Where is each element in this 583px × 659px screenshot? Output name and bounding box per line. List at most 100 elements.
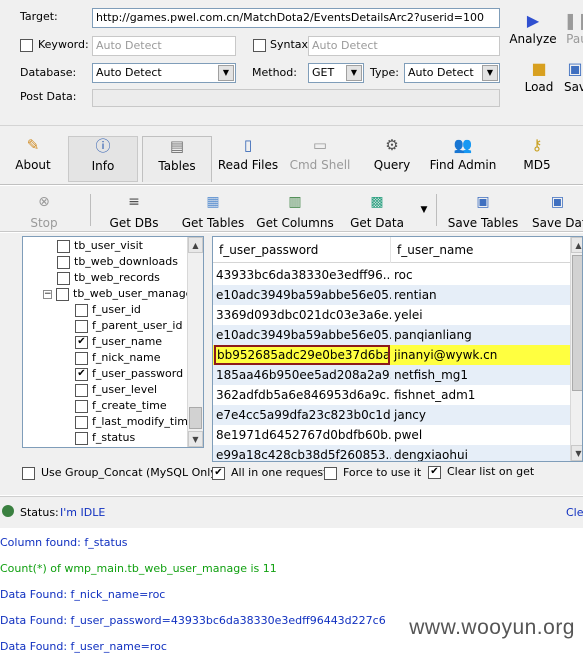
password-cell[interactable]: 3369d093dbc021dc03e3a6e...: [213, 305, 391, 325]
table-row-selected[interactable]: bb952685adc29e0be37d6ba... jinanyi@wywk.…: [213, 345, 571, 365]
scroll-up-icon[interactable]: ▲: [188, 237, 203, 253]
scroll-down-icon[interactable]: ▼: [188, 431, 203, 447]
all-in-one-checkbox-checked[interactable]: ✔: [212, 466, 225, 480]
tree-node-checkbox[interactable]: [75, 303, 88, 317]
tree-node-column[interactable]: f_parent_user_id: [75, 318, 182, 334]
tab-info[interactable]: ⓘ Info: [68, 136, 138, 182]
force-checkbox[interactable]: [324, 466, 337, 480]
password-cell[interactable]: e7e4cc5a99dfa23c823b0c1d...: [213, 405, 391, 425]
tab-find-admin[interactable]: 👥 Find Admin: [428, 136, 498, 182]
tree-node-column[interactable]: ✔ f_user_name: [75, 334, 162, 350]
column-header-username[interactable]: f_user_name: [391, 237, 571, 263]
tree-node-column[interactable]: f_nick_name: [75, 350, 161, 366]
all-in-one-option[interactable]: ✔ All in one request.: [212, 466, 331, 480]
syntax-checkbox[interactable]: [253, 39, 266, 52]
stop-button[interactable]: ⊗ Stop: [22, 194, 66, 230]
save-data-button[interactable]: ▣ Save Dat: [532, 194, 583, 230]
table-row[interactable]: 185aa46b950ee5ad208a2a9... netfish_mg1: [213, 365, 571, 385]
keyword-input[interactable]: Auto Detect: [92, 36, 236, 56]
collapse-icon[interactable]: −: [43, 289, 52, 299]
tree-node-column[interactable]: f_last_modify_time: [75, 414, 195, 430]
group-concat-checkbox[interactable]: [22, 466, 35, 480]
method-select[interactable]: GET ▼: [308, 63, 364, 83]
tree-node-checkbox[interactable]: [75, 399, 88, 413]
tab-cmd-shell[interactable]: ▭ Cmd Shell: [286, 136, 354, 182]
tree-node-checkbox-checked[interactable]: ✔: [75, 335, 88, 349]
table-row[interactable]: 3369d093dbc021dc03e3a6e... yelei: [213, 305, 571, 325]
clear-log-link[interactable]: Cle: [566, 506, 583, 519]
table-row[interactable]: 362adfdb5a6e846953d6a9c... fishnet_adm1: [213, 385, 571, 405]
tree-node-table[interactable]: tb_web_records: [57, 270, 160, 286]
scroll-down-icon[interactable]: ▼: [571, 445, 582, 461]
group-concat-option[interactable]: Use Group_Concat (MySQL Only): [22, 466, 221, 480]
get-data-dropdown[interactable]: ▼: [418, 205, 430, 215]
column-header-password[interactable]: f_user_password: [213, 237, 391, 263]
tree-node-checkbox[interactable]: [75, 431, 88, 445]
pause-button[interactable]: ❚❚ Pau: [562, 12, 583, 46]
tab-query[interactable]: ⚙ Query: [362, 136, 422, 182]
get-columns-button[interactable]: ▥ Get Columns: [256, 194, 334, 230]
analyze-button[interactable]: ▶ Analyze: [509, 12, 557, 47]
keyword-checkbox[interactable]: [20, 39, 33, 52]
get-dbs-button[interactable]: ≡ Get DBs: [104, 194, 164, 230]
table-row[interactable]: e7e4cc5a99dfa23c823b0c1d... jancy: [213, 405, 571, 425]
tree-node-table-expanded[interactable]: − tb_web_user_manage: [43, 286, 192, 302]
force-option[interactable]: Force to use it: [324, 466, 421, 480]
get-tables-button[interactable]: ▦ Get Tables: [180, 194, 246, 230]
syntax-input[interactable]: Auto Detect: [308, 36, 500, 56]
tree-node-checkbox[interactable]: [75, 351, 88, 365]
tree-scrollbar[interactable]: ▲ ▼: [187, 237, 203, 447]
tree-node-column[interactable]: f_create_time: [75, 398, 167, 414]
username-cell[interactable]: dengxiaohui: [391, 445, 571, 461]
username-cell[interactable]: rentian: [391, 285, 571, 305]
post-data-input[interactable]: [92, 89, 500, 107]
tree-node-checkbox[interactable]: [57, 239, 70, 253]
type-select[interactable]: Auto Detect ▼: [404, 63, 500, 83]
get-data-button[interactable]: ▩ Get Data: [348, 194, 406, 230]
tab-read-files[interactable]: ▯ Read Files: [214, 136, 282, 182]
table-row[interactable]: 8e1971d6452767d0bdfb60b... pwel: [213, 425, 571, 445]
tree-node-checkbox-checked[interactable]: ✔: [75, 367, 88, 381]
password-cell[interactable]: e10adc3949ba59abbe56e05...: [213, 285, 391, 305]
save-tables-button[interactable]: ▣ Save Tables: [446, 194, 520, 230]
database-select[interactable]: Auto Detect ▼: [92, 63, 236, 83]
password-cell[interactable]: 43933bc6da38330e3edff96...: [213, 265, 391, 285]
tree-node-checkbox[interactable]: [75, 383, 88, 397]
username-cell[interactable]: roc: [391, 265, 571, 285]
load-button[interactable]: ■ Load: [520, 60, 558, 95]
scroll-up-icon[interactable]: ▲: [571, 237, 582, 253]
tree-node-column[interactable]: f_status: [75, 430, 135, 446]
username-cell[interactable]: netfish_mg1: [391, 365, 571, 385]
tree-node-checkbox[interactable]: [57, 271, 70, 285]
clear-list-option[interactable]: ✔ Clear list on get: [428, 465, 534, 479]
tree-node-column[interactable]: f_user_level: [75, 382, 157, 398]
tree-node-column[interactable]: ✔ f_user_password: [75, 366, 183, 382]
username-cell[interactable]: yelei: [391, 305, 571, 325]
tree-node-table[interactable]: tb_web_downloads: [57, 254, 178, 270]
password-cell-selected[interactable]: bb952685adc29e0be37d6ba...: [214, 345, 390, 365]
username-cell[interactable]: jinanyi@wywk.cn: [391, 345, 571, 365]
clear-list-checkbox-checked[interactable]: ✔: [428, 465, 441, 479]
password-cell[interactable]: e10adc3949ba59abbe56e05...: [213, 325, 391, 345]
username-cell[interactable]: fishnet_adm1: [391, 385, 571, 405]
tree-node-column[interactable]: f_user_id: [75, 302, 141, 318]
save-button[interactable]: ▣ Sav: [560, 60, 583, 94]
target-url-input[interactable]: http://games.pwel.com.cn/MatchDota2/Even…: [92, 8, 500, 28]
grid-scrollbar[interactable]: ▲ ▼: [570, 237, 582, 461]
tab-about[interactable]: ✎ About: [8, 136, 58, 182]
username-cell[interactable]: pwel: [391, 425, 571, 445]
password-cell[interactable]: 8e1971d6452767d0bdfb60b...: [213, 425, 391, 445]
tab-md5[interactable]: ⚷ MD5: [512, 136, 562, 182]
password-cell[interactable]: e99a18c428cb38d5f260853...: [213, 445, 391, 461]
results-grid[interactable]: f_user_password f_user_name 43933bc6da38…: [212, 236, 583, 462]
tab-tables[interactable]: ▤ Tables: [142, 136, 212, 182]
tree-node-checkbox[interactable]: [75, 415, 88, 429]
tree-node-checkbox[interactable]: [57, 255, 70, 269]
table-row[interactable]: e10adc3949ba59abbe56e05... rentian: [213, 285, 571, 305]
table-row[interactable]: e99a18c428cb38d5f260853... dengxiaohui: [213, 445, 571, 461]
schema-tree[interactable]: tb_user_visit tb_web_downloads tb_web_re…: [22, 236, 204, 448]
username-cell[interactable]: panqianliang: [391, 325, 571, 345]
grid-scroll-thumb[interactable]: [572, 255, 582, 391]
password-cell[interactable]: 362adfdb5a6e846953d6a9c...: [213, 385, 391, 405]
table-row[interactable]: 43933bc6da38330e3edff96... roc: [213, 265, 571, 285]
